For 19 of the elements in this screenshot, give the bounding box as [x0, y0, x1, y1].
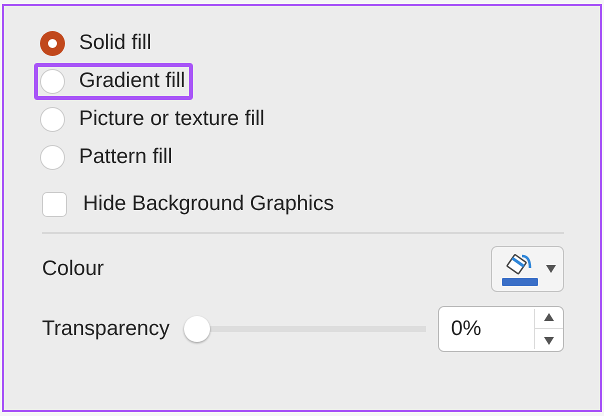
- radio-label[interactable]: Gradient fill: [79, 69, 186, 93]
- radio-button[interactable]: [40, 30, 65, 56]
- transparency-label: Transparency: [42, 317, 170, 341]
- checkbox-label[interactable]: Hide Background Graphics: [83, 192, 334, 216]
- radio-label[interactable]: Solid fill: [79, 31, 152, 55]
- stepper[interactable]: [534, 309, 563, 349]
- colour-label: Colour: [42, 257, 104, 281]
- down-arrow-icon[interactable]: [544, 337, 554, 346]
- radio-button[interactable]: [40, 106, 65, 132]
- radio-label[interactable]: Pattern fill: [79, 145, 172, 169]
- radio-label[interactable]: Picture or texture fill: [79, 107, 265, 131]
- slider-thumb[interactable]: [184, 316, 210, 342]
- caret-icon: [546, 265, 556, 273]
- radio-button[interactable]: [40, 68, 65, 94]
- checkbox[interactable]: [42, 192, 67, 216]
- transparency-field[interactable]: 0%: [438, 306, 564, 352]
- colour-picker-button[interactable]: [491, 246, 564, 292]
- radio-button[interactable]: [40, 144, 65, 170]
- up-arrow-icon[interactable]: [544, 312, 554, 321]
